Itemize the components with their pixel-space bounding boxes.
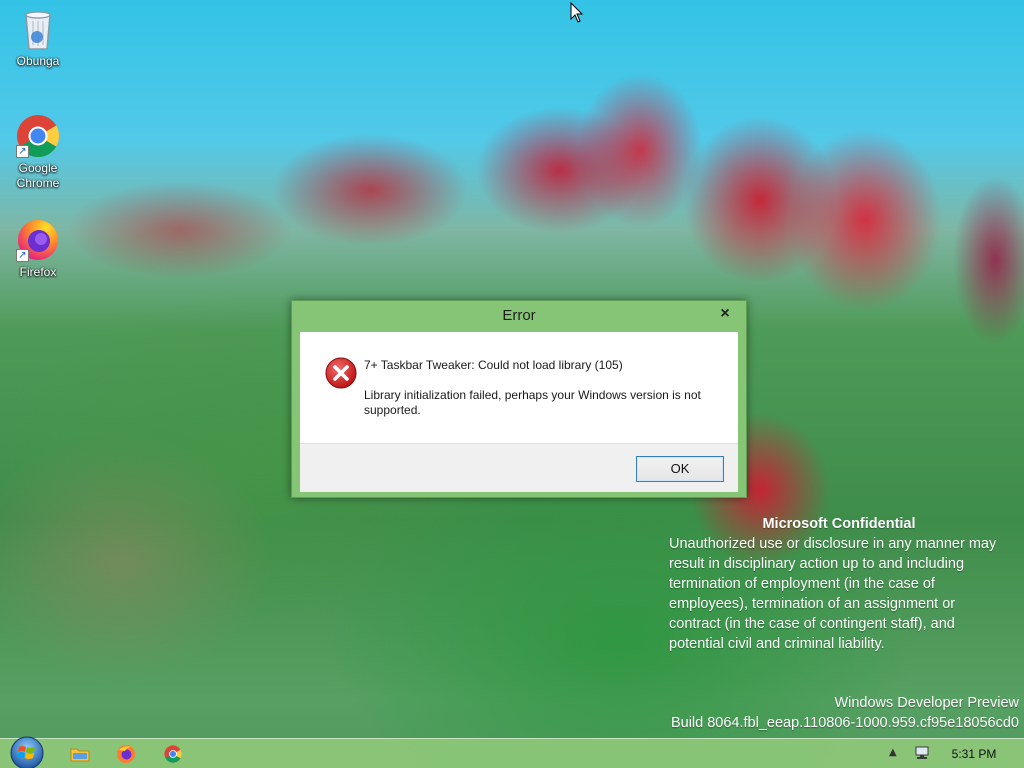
build-info: Windows Developer Preview Build 8064.fbl… bbox=[671, 693, 1019, 733]
shortcut-arrow-icon: ↗ bbox=[16, 145, 29, 158]
chrome-icon: ↗ bbox=[16, 114, 60, 158]
desktop-icon-firefox[interactable]: ↗ Firefox bbox=[6, 218, 70, 280]
firefox-icon bbox=[117, 745, 135, 763]
dialog-footer: OK bbox=[300, 443, 738, 492]
desktop-icon-label: Google Chrome bbox=[16, 161, 60, 190]
taskbar: ▲ 5:31 PM bbox=[0, 735, 1024, 768]
mouse-cursor-icon bbox=[570, 1, 584, 28]
error-message-title: 7+ Taskbar Tweaker: Could not load libra… bbox=[364, 358, 623, 372]
error-icon bbox=[325, 357, 357, 393]
desktop-icon-label: Obunga bbox=[16, 54, 60, 68]
recycle-bin-icon bbox=[16, 7, 60, 51]
chrome-icon bbox=[164, 745, 182, 763]
taskbar-chrome[interactable] bbox=[160, 742, 186, 766]
confidential-watermark: Microsoft Confidential Unauthorized use … bbox=[669, 514, 1009, 654]
build-number: Build 8064.fbl_eeap.110806-1000.959.cf95… bbox=[670, 715, 1019, 731]
taskbar-clock[interactable]: 5:31 PM bbox=[936, 739, 1012, 768]
shortcut-arrow-icon: ↗ bbox=[16, 249, 29, 262]
desktop-icon-label: Firefox bbox=[19, 265, 57, 279]
desktop-icon-recycle-bin[interactable]: Obunga bbox=[6, 7, 70, 69]
error-dialog: Error × 7+ Taskbar Tweaker: Could not lo… bbox=[291, 300, 747, 498]
confidential-text: Unauthorized use or disclosure in any ma… bbox=[669, 536, 997, 652]
desktop-icon-chrome[interactable]: ↗ Google Chrome bbox=[6, 114, 70, 191]
dialog-content: 7+ Taskbar Tweaker: Could not load libra… bbox=[300, 332, 738, 443]
taskbar-file-explorer[interactable] bbox=[67, 742, 93, 766]
firefox-icon: ↗ bbox=[16, 218, 60, 262]
network-icon[interactable] bbox=[914, 745, 930, 765]
error-message-text: Library initialization failed, perhaps y… bbox=[364, 388, 701, 417]
file-explorer-icon bbox=[70, 748, 90, 762]
start-button[interactable] bbox=[8, 735, 46, 768]
confidential-title: Microsoft Confidential bbox=[762, 516, 916, 532]
dialog-title: Error bbox=[502, 307, 536, 324]
windows-orb-icon bbox=[10, 736, 44, 768]
dialog-body: 7+ Taskbar Tweaker: Could not load libra… bbox=[300, 332, 738, 492]
show-hidden-icons-chevron-icon[interactable]: ▲ bbox=[889, 747, 897, 758]
windows-edition: Windows Developer Preview bbox=[834, 695, 1019, 711]
close-button[interactable]: × bbox=[714, 304, 736, 324]
taskbar-firefox[interactable] bbox=[113, 742, 139, 766]
ok-button[interactable]: OK bbox=[636, 456, 724, 482]
